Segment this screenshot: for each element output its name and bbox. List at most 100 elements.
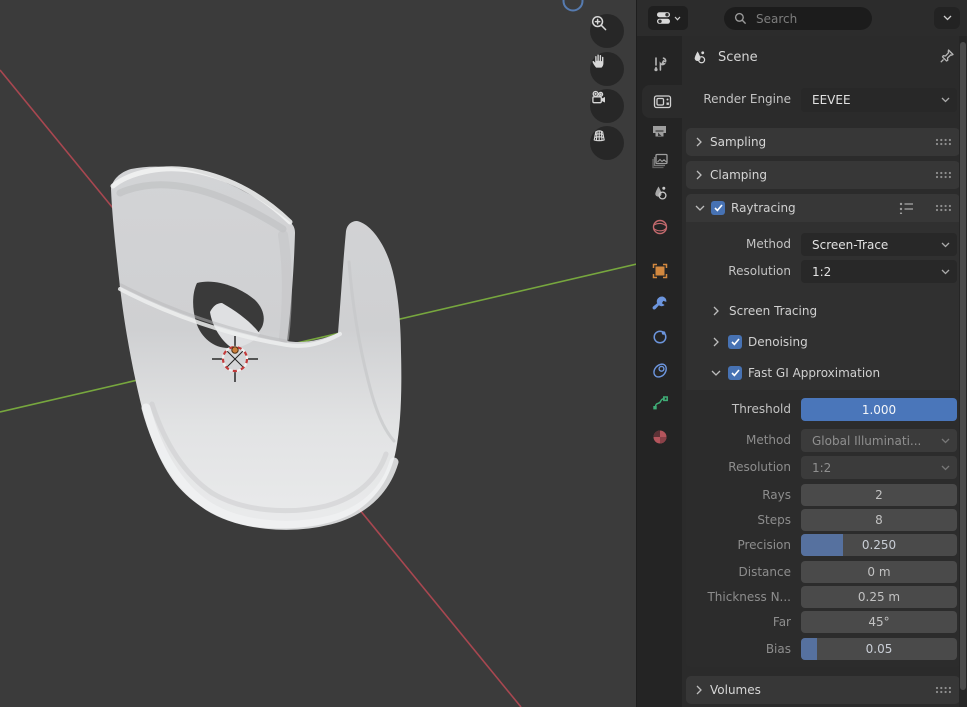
chevron-down-icon [711, 370, 721, 376]
chevron-right-icon [696, 170, 702, 180]
raytracing-method-row: Method Screen-Trace [686, 233, 960, 256]
tab-scene-properties[interactable] [637, 176, 682, 209]
chevron-down-icon [695, 205, 705, 211]
properties-header [637, 0, 967, 36]
curve-data-icon [651, 394, 669, 412]
tab-material-properties[interactable] [637, 420, 682, 453]
camera-view-button[interactable] [590, 89, 624, 123]
screen-tracing-header[interactable]: Screen Tracing [686, 300, 960, 322]
chevron-right-icon [713, 306, 719, 316]
panel-clamping[interactable]: Clamping [686, 161, 960, 189]
gi-method-row: Method Global Illuminati... [686, 429, 960, 452]
render-engine-dropdown[interactable]: EEVEE [801, 88, 957, 112]
thickness-field[interactable]: 0.25 m [801, 586, 957, 608]
zoom-button[interactable] [590, 14, 624, 48]
thickness-label: Thickness N... [686, 586, 791, 608]
properties-tab-strip [637, 36, 682, 707]
fast-gi-checkbox[interactable] [728, 366, 742, 380]
rays-field[interactable]: 2 [801, 484, 957, 506]
fast-gi-title: Fast GI Approximation [748, 366, 880, 380]
material-sphere-icon [651, 428, 669, 446]
breadcrumb-scene-label[interactable]: Scene [718, 50, 758, 65]
screen-tracing-title: Screen Tracing [729, 304, 817, 318]
chevron-down-icon [674, 16, 681, 21]
precision-slider[interactable]: 0.250 [801, 534, 957, 556]
panel-sampling[interactable]: Sampling [686, 128, 960, 156]
pan-button[interactable] [590, 52, 624, 86]
fast-gi-header[interactable]: Fast GI Approximation [686, 362, 960, 384]
object-icon [651, 262, 669, 280]
panel-volumes-title: Volumes [710, 683, 761, 697]
bias-row: Bias 0.05 [686, 638, 960, 660]
threshold-slider[interactable]: 1.000 [801, 398, 957, 421]
rays-row: Rays 2 [686, 484, 960, 506]
chevron-down-icon [941, 465, 950, 471]
tab-tool[interactable] [637, 47, 682, 80]
drag-dots-icon[interactable] [935, 204, 952, 212]
scene-icon [651, 184, 669, 202]
search-icon [734, 12, 747, 25]
tool-icon [651, 55, 669, 73]
raytracing-checkbox[interactable] [711, 201, 725, 215]
tab-physics-properties[interactable] [637, 320, 682, 353]
options-button[interactable] [934, 7, 960, 29]
tab-output-properties[interactable] [637, 113, 682, 146]
steps-field[interactable]: 8 [801, 509, 957, 531]
panel-raytracing-title: Raytracing [731, 201, 796, 215]
rays-label: Rays [686, 484, 791, 506]
gi-method-dropdown[interactable]: Global Illuminati... [801, 429, 957, 452]
method-dropdown[interactable]: Screen-Trace [801, 233, 957, 256]
distance-row: Distance 0 m [686, 561, 960, 583]
pin-icon[interactable] [938, 47, 956, 65]
denoising-checkbox[interactable] [728, 335, 742, 349]
panel-raytracing-header[interactable]: Raytracing [686, 197, 960, 219]
resolution-dropdown[interactable]: 1:2 [801, 260, 957, 283]
thickness-row: Thickness N... 0.25 m [686, 586, 960, 608]
steps-row: Steps 8 [686, 509, 960, 531]
nav-gizmo-partial [564, 0, 583, 11]
tab-world-properties[interactable] [637, 210, 682, 243]
distance-field[interactable]: 0 m [801, 561, 957, 583]
list-options-icon[interactable] [899, 201, 914, 214]
far-row: Far 45° [686, 611, 960, 633]
drag-dots-icon[interactable] [935, 138, 952, 146]
viewport-3d[interactable] [0, 0, 636, 707]
search-input[interactable] [754, 11, 858, 27]
tab-object-properties[interactable] [637, 254, 682, 287]
particles-teardrop-icon [651, 361, 669, 379]
gi-resolution-row: Resolution 1:2 [686, 456, 960, 479]
render-engine-row: Render Engine EEVEE [686, 88, 960, 112]
distance-label: Distance [686, 561, 791, 583]
gi-resolution-dropdown[interactable]: 1:2 [801, 456, 957, 479]
precision-label: Precision [686, 534, 791, 556]
chevron-down-icon [941, 242, 950, 248]
scrollbar-thumb[interactable] [960, 42, 966, 690]
tab-modifier-properties[interactable] [637, 286, 682, 319]
tab-particle-properties[interactable] [637, 353, 682, 386]
world-globe-icon [651, 218, 669, 236]
panel-sampling-title: Sampling [710, 135, 766, 149]
gi-resolution-label: Resolution [686, 456, 791, 479]
threshold-row: Threshold 1.000 [686, 398, 960, 421]
far-label: Far [686, 611, 791, 633]
threshold-label: Threshold [686, 398, 791, 421]
denoising-header[interactable]: Denoising [686, 331, 960, 353]
tab-object-data-properties[interactable] [637, 386, 682, 419]
render-engine-label: Render Engine [686, 88, 791, 112]
far-field[interactable]: 45° [801, 611, 957, 633]
wrench-icon [651, 294, 669, 312]
bias-slider[interactable]: 0.05 [801, 638, 957, 660]
chevron-down-icon [941, 97, 950, 103]
bias-label: Bias [686, 638, 791, 660]
search-box[interactable] [724, 7, 872, 30]
scene-icon [691, 49, 708, 66]
editor-type-button[interactable] [648, 6, 688, 30]
panel-volumes[interactable]: Volumes [686, 676, 960, 704]
properties-editor: Scene Render Engine EEVEE Sampling Clamp… [636, 0, 967, 707]
tab-view-layer-properties[interactable] [637, 144, 682, 177]
denoising-title: Denoising [748, 335, 808, 349]
grid-toggle-button[interactable] [590, 126, 624, 160]
drag-dots-icon[interactable] [935, 686, 952, 694]
render-camera-icon [653, 93, 672, 110]
drag-dots-icon[interactable] [935, 171, 952, 179]
